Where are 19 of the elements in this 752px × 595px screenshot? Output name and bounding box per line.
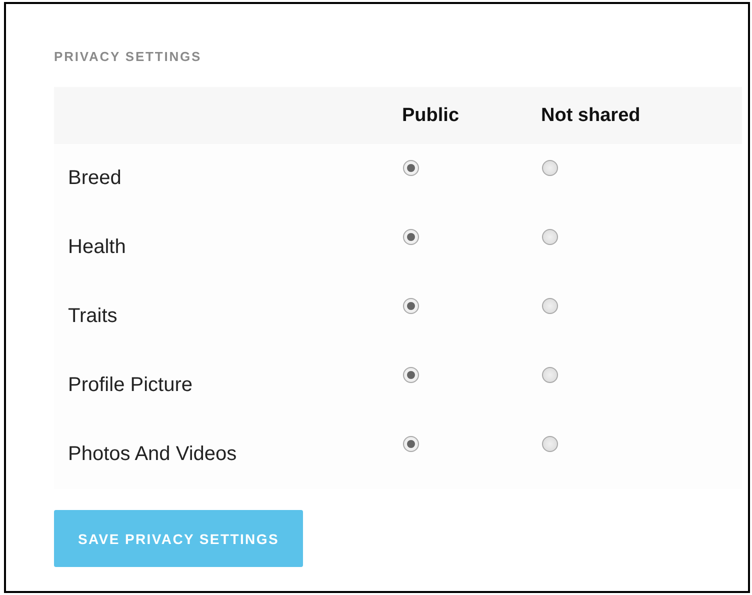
column-header: Not shared [541,104,640,126]
radio-button[interactable] [403,367,419,383]
radio-button[interactable] [542,367,558,383]
radio-button[interactable] [542,160,558,176]
section-heading: PRIVACY SETTINGS [54,49,202,64]
save-button[interactable]: SAVE PRIVACY SETTINGS [54,510,303,567]
radio-button[interactable] [403,298,419,314]
row-label: Traits [68,305,118,328]
radio-button[interactable] [403,229,419,245]
radio-button[interactable] [542,229,558,245]
row-label: Profile Picture [68,374,192,397]
radio-button[interactable] [542,298,558,314]
row-label: Health [68,236,126,259]
row-label: Photos And Videos [68,443,237,466]
column-header: Public [402,104,460,126]
radio-button[interactable] [542,436,558,452]
radio-button[interactable] [403,160,419,176]
row-label: Breed [68,167,122,190]
radio-button[interactable] [403,436,419,452]
